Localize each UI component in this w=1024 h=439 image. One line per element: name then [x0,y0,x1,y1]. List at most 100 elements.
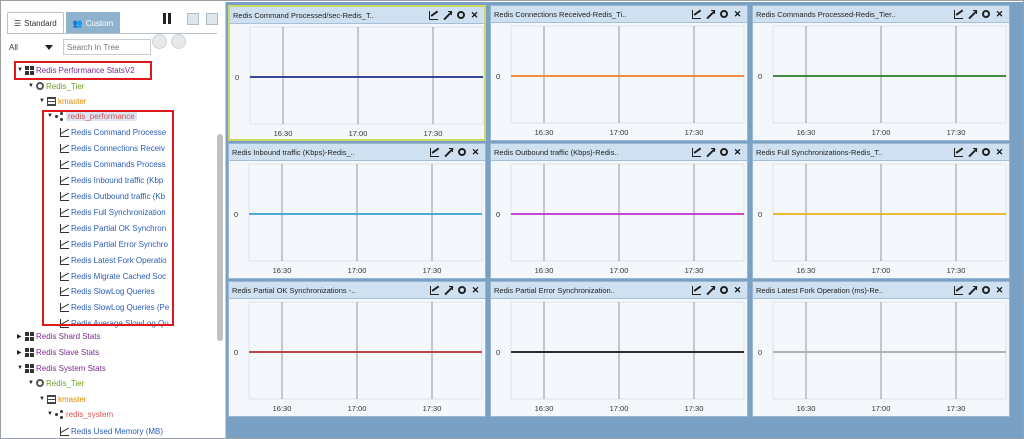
caret-down-icon[interactable]: ▼ [47,113,53,119]
expand-icon[interactable] [706,285,715,295]
trend-chart-icon[interactable] [692,147,701,157]
caret-right-icon[interactable]: ▶ [17,333,23,340]
close-icon[interactable]: ✕ [733,9,742,19]
trend-chart-icon[interactable] [954,9,963,19]
chart-widget[interactable]: Redis Inbound traffic (Kbps)-Redis_.. ✕ … [228,143,486,279]
expand-icon[interactable] [968,285,977,295]
chart-body: 0 16:30 17:00 17:30 [491,299,747,416]
pause-icon[interactable] [163,13,175,25]
caret-down-icon[interactable]: ▼ [39,98,45,104]
chart-widget[interactable]: Redis Partial OK Synchronizations -.. ✕ … [228,281,486,417]
tree-leaf-item[interactable]: Redis Latest Fork Operatio [60,253,167,267]
tree-leaf-item[interactable]: Redis Average SlowLog Qu [60,316,169,330]
caret-down-icon[interactable]: ▼ [47,411,53,417]
tree-leaf-item[interactable]: Redis SlowLog Queries [60,284,155,298]
chart-widget[interactable]: Redis Full Synchronizations-Redis_T.. ✕ … [752,143,1010,279]
gear-icon[interactable] [720,10,728,18]
copy-icon[interactable] [187,13,199,25]
chart-widget[interactable]: Redis Commands Processed-Redis_Tier.. ✕ … [752,5,1010,141]
gear-icon[interactable] [982,286,990,294]
tree-node[interactable]: ▼ kmaster [39,392,86,406]
tree-leaf-item[interactable]: Redis Migrate Cached Soc [60,269,166,283]
expand-icon[interactable] [706,147,715,157]
caret-down-icon[interactable]: ▼ [17,365,23,371]
tab-custom[interactable]: 👥 Custom [65,12,121,33]
tree-leaf-item[interactable]: Redis Used Memory (MB) [60,424,163,438]
expand-icon[interactable] [444,147,453,157]
x-tick-label: 17:00 [348,404,367,413]
tree-leaf-item[interactable]: Redis Full Synchronization [60,205,166,219]
tab-standard[interactable]: ☰ Standard [7,12,64,33]
trend-chart-icon[interactable] [692,9,701,19]
expand-icon[interactable] [968,9,977,19]
tree-node[interactable]: ▼ redis_system [47,407,113,421]
close-icon[interactable]: ✕ [995,285,1004,295]
chart-body: 0 16:30 17:00 17:30 [229,299,485,416]
expand-icon[interactable] [444,285,453,295]
x-tick-label: 17:30 [685,128,704,137]
tree-leaf-item[interactable]: Redis Connections Receiv [60,141,165,155]
gear-icon[interactable] [720,286,728,294]
tree-node[interactable]: ▼ Redis_Tier [28,79,84,93]
trend-chart-icon[interactable] [692,285,701,295]
close-icon[interactable]: ✕ [471,285,480,295]
tree-leaf-item[interactable]: Redis Commands Process [60,157,166,171]
close-icon[interactable]: ✕ [733,285,742,295]
expand-icon[interactable] [706,9,715,19]
x-tick-label: 17:30 [947,128,966,137]
widget-header: Redis Command Processed/sec-Redis_T.. ✕ [230,7,484,24]
filter-select[interactable]: All [7,39,55,55]
caret-down-icon[interactable]: ▼ [17,67,23,73]
tree-node[interactable]: ▼ Redis System Stats [17,361,106,375]
tree-node[interactable]: ▼ Redis Performance StatsV2 [17,63,135,77]
chart-widget[interactable]: Redis Command Processed/sec-Redis_T.. ✕ … [228,5,486,141]
tree-node[interactable]: ▶ Redis Slave Stats [17,345,99,359]
close-icon[interactable]: ✕ [471,147,480,157]
move-icon[interactable] [206,13,218,25]
widget-toolbar: ✕ [430,285,485,295]
tree-leaf-item[interactable]: Redis Command Processe [60,125,166,139]
close-icon[interactable]: ✕ [995,147,1004,157]
tree-node[interactable]: ▼ Redis_Tier [28,376,84,390]
trend-chart-icon[interactable] [430,285,439,295]
chart-widget[interactable]: Redis Outbound traffic (Kbps)-Redis.. ✕ … [490,143,748,279]
chart-widget[interactable]: Redis Connections Received-Redis_Ti.. ✕ … [490,5,748,141]
expand-icon[interactable] [968,147,977,157]
tree-node[interactable]: ▼ redis_performance [47,109,137,123]
chart-widget[interactable]: Redis Latest Fork Operation (ms)-Re.. ✕ … [752,281,1010,417]
gear-icon[interactable] [720,148,728,156]
caret-down-icon[interactable]: ▼ [28,380,34,386]
tree-node[interactable]: ▼ kmaster [39,94,86,108]
gear-icon[interactable] [458,286,466,294]
gear-icon[interactable] [458,148,466,156]
close-icon[interactable]: ✕ [470,10,479,20]
tree-node-label: Redis Migrate Cached Soc [71,271,167,281]
gear-icon[interactable] [982,148,990,156]
caret-down-icon[interactable]: ▼ [28,83,34,89]
tree-leaf-item[interactable]: Redis Inbound traffic (Kbp [60,173,163,187]
tree-node-label: Redis SlowLog Queries [71,286,155,296]
gear-icon[interactable] [982,10,990,18]
tree-leaf-item[interactable]: Redis Partial OK Synchron [60,221,166,235]
tree-leaf-item[interactable]: Redis SlowLog Queries (Pe [60,300,169,314]
trend-chart-icon[interactable] [954,285,963,295]
refresh-tree-button[interactable] [171,34,186,49]
gear-icon[interactable] [457,11,465,19]
x-tick-label: 16:30 [797,266,816,275]
trend-chart-icon[interactable] [430,147,439,157]
chart-plot: 0 16:30 17:00 17:30 [758,25,1007,137]
caret-right-icon[interactable]: ▶ [17,349,23,356]
tree-leaf-item[interactable]: Redis Outbound traffic (Kb [60,189,165,203]
clear-search-button[interactable] [152,34,167,49]
trend-chart-icon[interactable] [954,147,963,157]
tree-scrollbar[interactable] [217,134,223,341]
tree-node[interactable]: ▶ Redis Shard Stats [17,329,100,343]
expand-icon[interactable] [443,10,452,20]
chart-widget[interactable]: Redis Partial Error Synchronization.. ✕ … [490,281,748,417]
close-icon[interactable]: ✕ [733,147,742,157]
close-icon[interactable]: ✕ [995,9,1004,19]
caret-down-icon[interactable]: ▼ [39,396,45,402]
trend-chart-icon[interactable] [429,10,438,20]
search-input[interactable] [63,39,151,55]
tree-leaf-item[interactable]: Redis Partial Error Synchro [60,237,168,251]
